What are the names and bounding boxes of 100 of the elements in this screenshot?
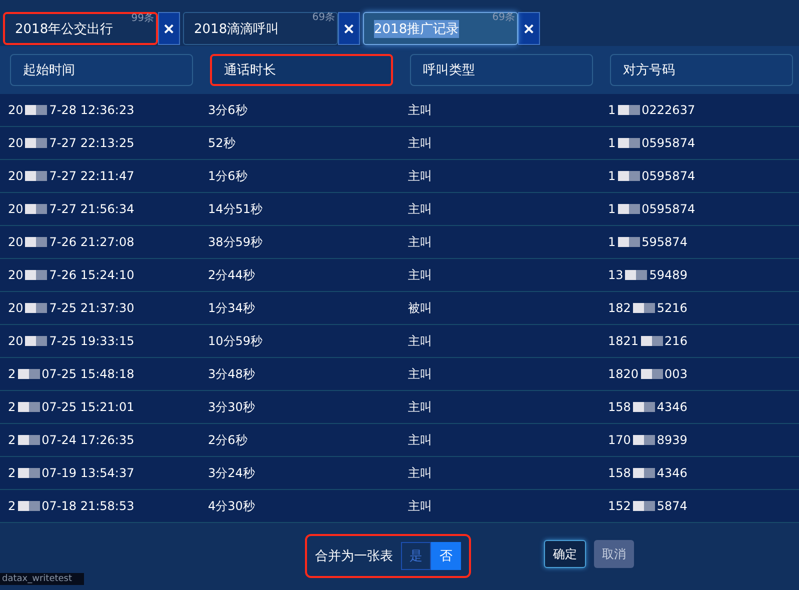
column-header[interactable]: 通话时长 [210, 54, 393, 86]
table-cell: 07-19 13:54:37 [42, 466, 134, 480]
redaction-mosaic [632, 435, 655, 445]
table-cell: 2 [8, 400, 16, 414]
table-cell: 152 [608, 499, 631, 513]
table-cell: 7-25 21:37:30 [49, 301, 134, 315]
table-cell: 20 [8, 334, 24, 348]
table-cell: 1 [608, 202, 616, 216]
table-cell: 主叫 [408, 102, 432, 118]
table-cell: 2 [8, 466, 16, 480]
table-cell: 主叫 [408, 200, 432, 218]
table-cell: 170 [608, 433, 631, 447]
close-button[interactable]: ✕ [518, 12, 540, 45]
tab[interactable]: 2018年公交出行 99条 [3, 12, 158, 45]
table-cell: 主叫 [408, 332, 432, 350]
table-cell: 10分59秒 [208, 332, 263, 350]
table-cell: 07-18 21:58:53 [42, 499, 134, 513]
count-label: 99条 [131, 12, 154, 25]
redaction-mosaic [25, 204, 48, 214]
redaction-mosaic [25, 237, 48, 247]
redaction-mosaic [632, 468, 655, 478]
table-cell: 14分51秒 [208, 200, 263, 218]
table-cell: 216 [664, 334, 688, 348]
table-cell: 0595874 [642, 202, 696, 216]
redaction-mosaic [25, 270, 48, 280]
table-cell: 3分48秒 [208, 366, 255, 382]
table-cell: 1 [608, 169, 616, 183]
table-cell: 7-26 15:24:10 [49, 268, 134, 282]
column-header[interactable]: 起始时间 [10, 54, 193, 86]
table-cell: 07-25 15:48:18 [42, 367, 134, 381]
count-label: 69条 [312, 11, 335, 24]
table-cell: 1 [608, 136, 616, 150]
close-button[interactable]: ✕ [158, 12, 180, 45]
table-cell: 主叫 [408, 498, 432, 514]
table-cell: 07-24 17:26:35 [42, 433, 134, 447]
table-cell: 7-27 22:11:47 [49, 169, 134, 183]
table-cell: 13 [608, 268, 624, 282]
table-cell: 20 [8, 136, 24, 150]
table-cell: 7-27 22:13:25 [49, 136, 134, 150]
table-cell: 主叫 [408, 464, 432, 482]
table-cell: 20 [8, 169, 24, 183]
table-cell: 595874 [642, 235, 688, 249]
table-cell: 20 [8, 268, 24, 282]
table-cell: 0222637 [642, 103, 696, 117]
redaction-mosaic [25, 171, 48, 181]
table-cell: 2分44秒 [208, 266, 255, 284]
redaction-mosaic [618, 105, 640, 115]
column-header[interactable]: 呼叫类型 [410, 54, 593, 86]
table-cell: 主叫 [408, 432, 432, 448]
toggle-option[interactable]: 否 [431, 542, 461, 570]
table-cell: 主叫 [408, 134, 432, 152]
table-cell: 0595874 [642, 169, 696, 183]
redaction-mosaic [632, 402, 655, 412]
table-cell: 1分34秒 [208, 300, 255, 316]
redaction-mosaic [618, 138, 640, 148]
redaction-mosaic [632, 501, 655, 511]
column-header[interactable]: 对方号码 [610, 54, 793, 86]
table-cell: 4346 [656, 466, 688, 480]
table-cell: 4分30秒 [208, 498, 255, 514]
table-cell: 1 [608, 103, 616, 117]
redaction-mosaic [18, 501, 40, 511]
merge-label: 合并为一张表 [315, 548, 393, 565]
table-cell: 1821 [608, 334, 639, 348]
redaction-mosaic [25, 336, 48, 346]
tab[interactable]: 2018滴滴呼叫 69条 [183, 12, 338, 45]
close-button[interactable]: ✕ [338, 12, 360, 45]
footer-tab[interactable]: datax_writetest [0, 573, 84, 585]
table-cell: 2 [8, 367, 16, 381]
table-cell: 3分24秒 [208, 464, 255, 482]
redaction-mosaic [625, 270, 648, 280]
count-label: 69条 [492, 11, 515, 24]
table-cell: 7-28 12:36:23 [49, 103, 134, 117]
table-cell: 59489 [649, 268, 688, 282]
table-cell: 5874 [656, 499, 688, 513]
table-cell: 158 [608, 400, 631, 414]
redaction-mosaic [640, 369, 663, 379]
redaction-mosaic [640, 336, 663, 346]
table-cell: 8939 [656, 433, 688, 447]
table-cell: 0595874 [642, 136, 696, 150]
table-cell: 20 [8, 202, 24, 216]
table-cell: 主叫 [408, 398, 432, 416]
table-cell: 1分6秒 [208, 168, 248, 184]
table-cell: 2 [8, 499, 16, 513]
table-cell: 5216 [656, 301, 688, 315]
cancel-button[interactable]: 取消 [594, 540, 634, 568]
table-cell: 7-25 19:33:15 [49, 334, 134, 348]
redaction-mosaic [618, 171, 640, 181]
table-cell: 20 [8, 103, 24, 117]
table-cell: 7-26 21:27:08 [49, 235, 134, 249]
table-cell: 38分59秒 [208, 234, 263, 250]
table-cell: 52秒 [208, 134, 236, 152]
confirm-button[interactable]: 确定 [544, 540, 586, 568]
redaction-mosaic [25, 138, 48, 148]
table-cell: 2 [8, 433, 16, 447]
table-cell: 7-27 21:56:34 [49, 202, 134, 216]
table-cell: 182 [608, 301, 631, 315]
redaction-mosaic [18, 369, 40, 379]
table-cell: 主叫 [408, 266, 432, 284]
redaction-mosaic [25, 105, 48, 115]
table-cell: 20 [8, 235, 24, 249]
